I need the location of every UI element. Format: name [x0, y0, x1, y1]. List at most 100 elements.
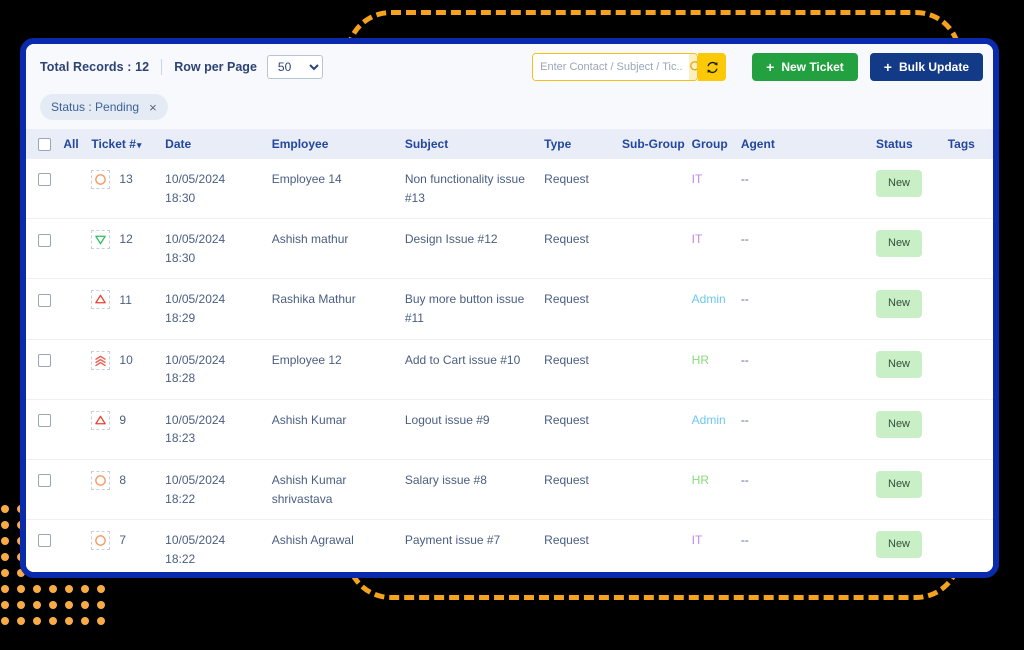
ticket-number[interactable]: 13 — [119, 170, 132, 189]
rows-per-page-select[interactable]: 50 — [266, 55, 323, 79]
status-cell: New — [870, 218, 942, 280]
priority-indicator[interactable] — [91, 350, 111, 370]
circle-icon — [95, 535, 107, 546]
column-header-ticket[interactable]: Ticket #▾ — [85, 129, 160, 159]
row-checkbox[interactable] — [38, 233, 51, 247]
ticket-number[interactable]: 10 — [119, 351, 132, 370]
search-box — [532, 53, 699, 81]
type-cell: Request — [538, 519, 616, 572]
row-select-cell — [26, 399, 86, 460]
ticket-number[interactable]: 8 — [119, 471, 126, 490]
new-ticket-button[interactable]: + New Ticket — [752, 53, 858, 81]
priority-indicator[interactable] — [91, 290, 111, 310]
group-cell: IT — [685, 218, 735, 280]
status-badge[interactable]: New — [876, 470, 923, 499]
row-select-cell — [26, 459, 86, 521]
decorative-dot — [17, 601, 25, 609]
tags-cell — [941, 459, 993, 521]
status-badge[interactable]: New — [876, 170, 923, 198]
date-value: 10/05/2024 — [165, 472, 226, 487]
close-icon[interactable]: × — [149, 101, 157, 114]
column-header-tags[interactable]: Tags — [941, 129, 993, 159]
priority-indicator[interactable] — [91, 170, 111, 189]
decorative-dot — [81, 617, 89, 625]
sub-group-cell — [616, 339, 686, 400]
agent-value: -- — [740, 292, 749, 307]
decorative-dot — [1, 537, 9, 545]
refresh-button[interactable] — [698, 53, 727, 81]
column-header-employee[interactable]: Employee — [265, 129, 399, 159]
agent-cell: -- — [734, 278, 871, 340]
date-value: 10/05/2024 — [165, 412, 226, 427]
status-badge[interactable]: New — [876, 230, 923, 258]
table-row[interactable]: 8 10/05/2024 18:22 Ashish Kumar shrivastava… — [26, 459, 993, 521]
status-badge[interactable]: New — [876, 290, 923, 318]
decorative-dot — [81, 585, 89, 593]
column-header-agent[interactable]: Agent — [734, 129, 871, 159]
ticket-number[interactable]: 9 — [119, 411, 126, 430]
date-cell: 10/05/2024 18:22 — [159, 459, 266, 521]
column-header-status[interactable]: Status — [870, 129, 942, 159]
type-cell: Request — [538, 339, 616, 400]
total-records-label: Total Records : 12 — [40, 60, 150, 74]
row-checkbox[interactable] — [38, 293, 51, 307]
group-label: IT — [691, 232, 703, 247]
status-badge[interactable]: New — [876, 531, 923, 559]
tags-cell — [941, 399, 993, 460]
priority-indicator[interactable] — [91, 410, 111, 430]
time-value: 18:29 — [165, 310, 196, 325]
agent-cell: -- — [734, 339, 871, 400]
group-label: Admin — [691, 412, 726, 427]
column-header-select-all: All — [26, 129, 86, 159]
toolbar: Total Records : 12 Row per Page 50 Enter… — [26, 44, 993, 90]
select-all-label: All — [63, 137, 79, 152]
ticket-cell: 11 — [85, 278, 160, 340]
row-checkbox[interactable] — [38, 173, 51, 187]
decorative-dot — [33, 601, 41, 609]
agent-value: -- — [740, 472, 749, 487]
priority-indicator[interactable] — [91, 230, 111, 250]
column-header-subject[interactable]: Subject — [398, 129, 539, 159]
ticket-number[interactable]: 11 — [119, 291, 131, 310]
employee-cell: Ashish mathur — [265, 218, 399, 280]
status-badge[interactable]: New — [876, 410, 923, 438]
filter-chip-status[interactable]: Status : Pending × — [40, 94, 168, 120]
time-value: 18:28 — [165, 371, 196, 386]
ticket-number[interactable]: 12 — [119, 230, 132, 249]
table-row[interactable]: 7 10/05/2024 18:22 Ashish Agrawal Payment is… — [26, 519, 993, 572]
date-value: 10/05/2024 — [165, 172, 226, 186]
search-icon — [690, 61, 698, 71]
tags-cell — [941, 218, 993, 280]
status-badge[interactable]: New — [876, 350, 923, 378]
column-header-type[interactable]: Type — [538, 129, 616, 159]
row-checkbox[interactable] — [38, 534, 51, 548]
table-row[interactable]: 10 10/05/2024 18:28 Employee 12 Add to Cart … — [26, 339, 993, 400]
row-checkbox[interactable] — [38, 414, 51, 428]
date-cell: 10/05/2024 18:23 — [159, 399, 266, 460]
employee-cell: Ashish Kumar — [265, 399, 399, 460]
column-header-sub-group[interactable]: Sub-Group — [616, 129, 686, 159]
agent-value: -- — [740, 172, 749, 186]
table-row[interactable]: 13 10/05/2024 18:30 Employee 14 Non function… — [26, 159, 993, 220]
search-button[interactable] — [689, 54, 698, 80]
priority-indicator[interactable] — [91, 470, 111, 490]
ticket-list-panel: Total Records : 12 Row per Page 50 Enter… — [20, 38, 999, 578]
decorative-dot — [1, 585, 9, 593]
table-row[interactable]: 11 10/05/2024 18:29 Rashika Mathur Buy more … — [26, 278, 993, 340]
plus-icon: + — [883, 59, 892, 75]
group-cell: HR — [685, 339, 735, 400]
type-cell: Request — [538, 399, 616, 460]
priority-indicator[interactable] — [91, 531, 111, 551]
row-checkbox[interactable] — [38, 353, 51, 367]
row-checkbox[interactable] — [38, 474, 51, 488]
agent-value: -- — [740, 232, 749, 247]
column-header-group[interactable]: Group — [685, 129, 735, 159]
search-input[interactable] — [533, 54, 690, 80]
table-row[interactable]: 9 10/05/2024 18:23 Ashish Kumar Logout issue… — [26, 399, 993, 460]
bulk-update-button[interactable]: + Bulk Update — [869, 53, 983, 81]
column-header-date[interactable]: Date — [159, 129, 266, 159]
table-row[interactable]: 12 10/05/2024 18:30 Ashish mathur Design Iss… — [26, 218, 993, 280]
date-cell: 10/05/2024 18:30 — [159, 159, 266, 220]
ticket-number[interactable]: 7 — [119, 531, 126, 550]
select-all-checkbox[interactable] — [38, 137, 51, 151]
